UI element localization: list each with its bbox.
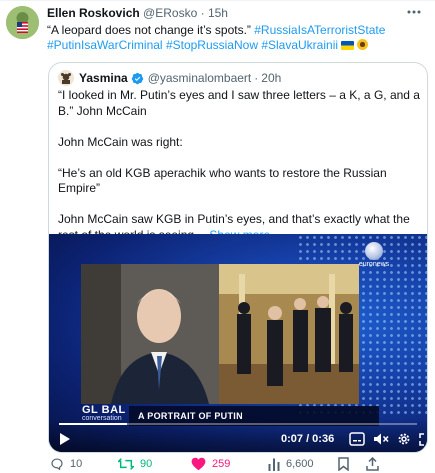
fullscreen-icon [419,432,427,446]
heart-icon [191,457,206,471]
euronews-logo: euronews [354,242,394,268]
play-icon [60,433,70,445]
muted-volume-icon [374,433,389,445]
more-options-button[interactable] [403,4,425,20]
tweet-text: “A leopard does not change it’s spots.” … [47,23,417,53]
quoted-paragraph: “I looked in Mr. Putin’s eyes and I saw … [58,88,420,118]
hashtag-link[interactable]: #StopRussiaNow [166,38,258,52]
like-count: 259 [212,458,231,470]
views-icon [268,458,280,471]
progress-bar-fill [59,423,128,425]
share-button[interactable] [366,457,379,471]
hashtag-link[interactable]: #PutinIsaWarCriminal [47,38,163,52]
author-avatar[interactable] [6,6,39,39]
quoted-author-handle[interactable]: @yasminalombaert [148,71,252,86]
quoted-paragraph: John McCain was right: [58,134,183,149]
bookmark-button[interactable] [338,457,349,471]
tweet-actions: 10 90 259 6,600 [48,456,428,472]
tweet[interactable]: Ellen Roskovich @ERosko · 15h “A leopard… [0,0,435,473]
gear-icon [398,433,410,445]
reply-count: 10 [70,458,83,470]
reply-icon [51,458,63,471]
video-left-panel [81,264,219,404]
views-button[interactable]: 6,600 [268,458,314,471]
program-logo: GL BAL [82,404,126,416]
retweet-button[interactable]: 90 [118,457,152,471]
author-handle[interactable]: @ERosko [143,6,197,20]
reply-button[interactable]: 10 [50,457,82,471]
quoted-author-avatar[interactable] [58,70,74,86]
settings-button[interactable] [397,431,411,447]
sunflower-icon [357,39,369,50]
fullscreen-button[interactable] [419,431,427,447]
hashtag-link[interactable]: #SlavaUkrainii [261,38,338,52]
like-button[interactable]: 259 [191,457,230,471]
separator: · [200,6,205,20]
quoted-tweet-text: “I looked in Mr. Putin’s eyes and I saw … [58,88,420,243]
mute-button[interactable] [373,431,389,447]
ukraine-flag-icon [341,41,355,50]
retweet-icon [118,458,134,470]
separator: · [254,70,259,85]
share-icon [366,457,379,471]
captions-icon [349,432,365,446]
verified-badge-icon [131,72,143,84]
retweet-count: 90 [140,458,153,470]
video-player[interactable]: euronews GL BAL conversation A PORTRAIT … [49,234,427,452]
captions-button[interactable] [349,431,365,447]
quoted-tweet-header: Yasmina @yasminalombaert · 20h [58,70,281,86]
quoted-author-name[interactable]: Yasmina [79,71,128,86]
tweet-quote-text: “A leopard does not change it’s spots.” [47,23,251,37]
time-readout: 0:07 / 0:36 [281,433,335,445]
play-button[interactable] [59,431,71,447]
channel-name: euronews [358,261,390,268]
views-count: 6,600 [286,458,314,470]
bookmark-icon [338,457,349,471]
euronews-globe-icon [365,242,383,260]
video-controls: 0:07 / 0:36 [49,419,427,452]
author-name[interactable]: Ellen Roskovich [47,6,140,20]
video-right-panel [219,264,359,404]
tweet-time[interactable]: 15h [208,6,228,20]
quoted-tweet[interactable]: Yasmina @yasminalombaert · 20h “I looked… [48,62,428,453]
more-icon [407,10,421,14]
quoted-tweet-time[interactable]: 20h [261,71,281,86]
hashtag-link[interactable]: #RussiaIsATerroristState [254,23,385,37]
quoted-paragraph: “He’s an old KGB aperachik who wants to … [58,165,387,196]
tweet-header: Ellen Roskovich @ERosko · 15h [47,6,401,21]
progress-bar[interactable] [59,423,417,425]
